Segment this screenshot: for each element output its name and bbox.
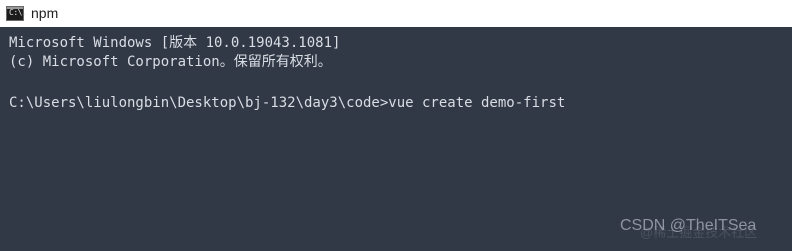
cmd-icon-glyph: C:\. — [9, 8, 27, 17]
window-title: npm — [31, 5, 59, 21]
terminal-window: C:\. npm Microsoft Windows [版本 10.0.1904… — [0, 0, 792, 251]
csdn-watermark: CSDN @TheITSea — [620, 217, 757, 234]
title-bar[interactable]: C:\. npm — [0, 0, 792, 27]
console-line-version: Microsoft Windows [版本 10.0.19043.1081] — [9, 35, 341, 51]
console-line-command: C:\Users\liulongbin\Desktop\bj-132\day3\… — [9, 95, 566, 111]
console-line-copyright: (c) Microsoft Corporation。保留所有权利。 — [9, 54, 332, 70]
cmd-icon: C:\. — [6, 6, 27, 21]
